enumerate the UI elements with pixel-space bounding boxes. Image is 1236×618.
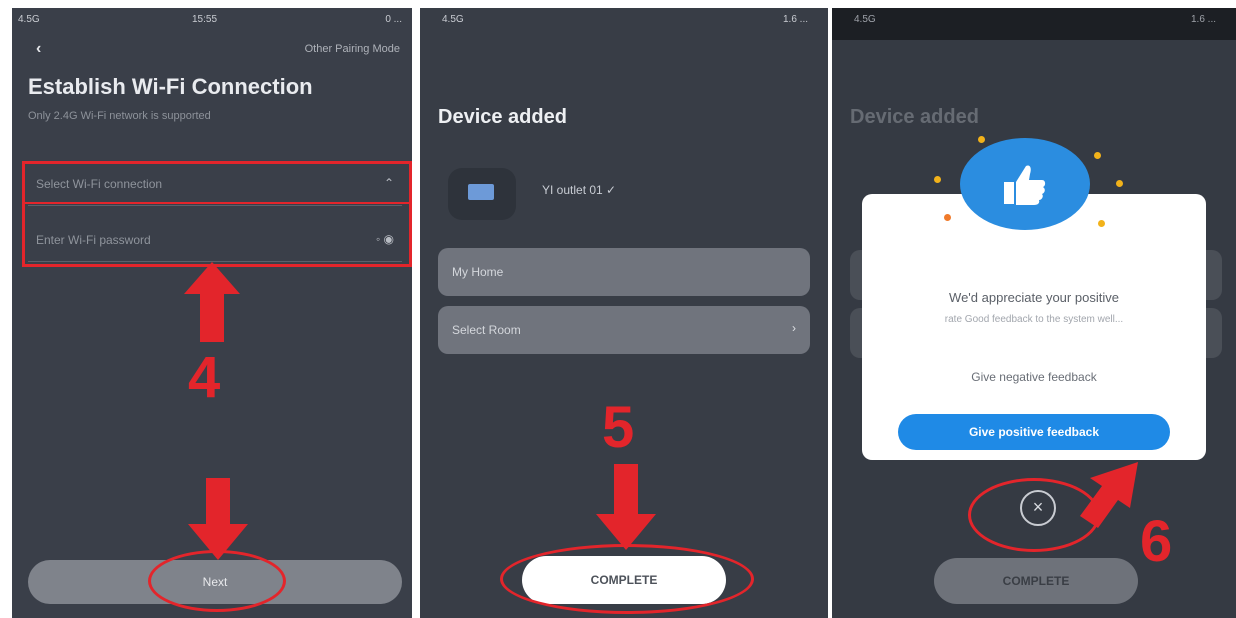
confetti-dot [944,214,951,221]
thumbs-up-icon [1004,165,1046,205]
positive-feedback-button[interactable]: Give positive feedback [898,414,1170,450]
red-arrow-down-icon [188,478,248,560]
chevron-right-icon: › [792,321,796,335]
confetti-dot [1094,152,1101,159]
annotation-divider [25,202,409,204]
back-arrow-icon[interactable]: ‹ [36,40,41,58]
complete-button-dimmed: COMPLETE [934,558,1138,604]
confetti-dot [1116,180,1123,187]
device-name-label[interactable]: YI outlet 01 ✓ [542,183,616,197]
status-left: 4.5G [18,14,40,25]
device-added-screen: 4.5G 1.6 ... Device added YI outlet 01 ✓… [420,8,828,618]
feedback-dialog-screen: 4.5G 1.6 ... Device added We'd appreciat… [832,8,1236,618]
room-select-field[interactable]: Select Room › [438,306,810,354]
annotation-circle [500,544,754,614]
step-number-6: 6 [1140,509,1173,574]
status-time: 15:55 [192,14,218,25]
page-title: Device added [850,106,979,128]
red-arrow-down-icon [596,464,656,550]
status-right: 0 ... [385,14,402,25]
confetti-dot [978,136,985,143]
status-bar: 4.5G 15:55 0 ... [12,8,412,32]
status-left: 4.5G [854,14,876,25]
outlet-device-icon [468,184,494,200]
status-right: 1.6 ... [1190,14,1216,25]
red-arrow-up-icon [184,262,240,342]
device-thumbnail [448,168,516,220]
other-pairing-mode-link[interactable]: Other Pairing Mode [305,43,400,55]
page-title: Establish Wi-Fi Connection [28,74,313,99]
home-value: My Home [452,265,504,279]
status-bar: 4.5G 1.6 ... [420,8,828,32]
wifi-connection-screen: 4.5G 15:55 0 ... ‹ Other Pairing Mode Es… [12,8,412,618]
status-left: 4.5G [442,14,464,25]
dialog-subtitle: rate Good feedback to the system well... [944,314,1124,325]
status-right: 1.6 ... [782,14,808,25]
room-placeholder: Select Room [452,323,521,337]
dialog-title: We'd appreciate your positive [949,290,1119,305]
confetti-dot [1098,220,1105,227]
home-select-field[interactable]: My Home [438,248,810,296]
page-title: Device added [438,106,567,128]
status-bar: 4.5G 1.6 ... [832,8,1236,32]
step-number-5: 5 [602,395,635,460]
thumbs-up-badge [960,138,1090,230]
annotation-highlight-box [22,161,412,267]
page-subtitle: Only 2.4G Wi-Fi network is supported [28,110,211,122]
step-number-4: 4 [188,345,221,410]
confetti-dot [934,176,941,183]
feedback-dialog: We'd appreciate your positive rate Good … [862,194,1206,460]
negative-feedback-button[interactable]: Give negative feedback [906,370,1162,384]
annotation-circle [148,550,286,612]
